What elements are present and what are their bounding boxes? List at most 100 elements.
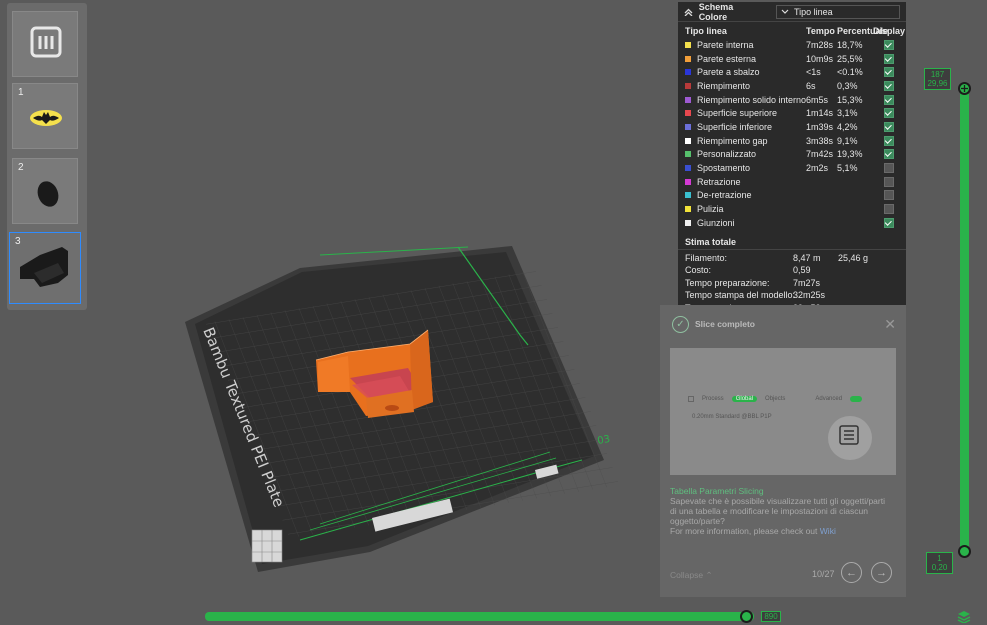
- legend-row: De-retrazione: [678, 189, 906, 203]
- display-checkbox[interactable]: [884, 94, 894, 105]
- legend-type: Personalizzato: [685, 149, 806, 159]
- collapse-button[interactable]: Collapse ⌃: [670, 570, 713, 581]
- plate-thumbnail-1[interactable]: 1: [12, 83, 78, 149]
- arrow-right-icon: →: [876, 566, 887, 579]
- layer-slider-track[interactable]: [960, 88, 969, 552]
- display-checkbox[interactable]: [884, 217, 894, 228]
- legend-row: Parete esterna 10m9s 25,5%: [678, 52, 906, 66]
- total-value: 8,47 m: [793, 252, 821, 263]
- legend-type: Parete a sbalzo: [685, 67, 806, 77]
- legend-percent: 19,3%: [837, 149, 863, 160]
- total-value: 7m27s: [793, 277, 821, 288]
- display-checkbox[interactable]: [884, 190, 894, 201]
- preview-process: Process: [702, 396, 724, 402]
- legend-type: Parete esterna: [685, 54, 806, 64]
- legend-type: Superficie superiore: [685, 108, 806, 118]
- total-key: Costo:: [685, 265, 712, 276]
- layer-slider-top-handle[interactable]: [958, 82, 971, 95]
- display-checkbox[interactable]: [884, 204, 894, 215]
- display-checkbox[interactable]: [884, 80, 894, 91]
- previous-tip-button[interactable]: ←: [841, 562, 862, 583]
- color-swatch: [685, 206, 691, 213]
- legend-percent: 18,7%: [837, 39, 863, 50]
- legend-percent: 3,1%: [837, 108, 858, 119]
- legend-label: Superficie inferiore: [697, 121, 773, 132]
- move-slider-track[interactable]: [205, 612, 754, 621]
- legend-label: Riempimento solido interno: [697, 94, 806, 105]
- layer-slider-bottom-handle[interactable]: [958, 545, 971, 558]
- legend-type: Giunzioni: [685, 218, 806, 228]
- color-swatch: [685, 123, 691, 130]
- color-scheme-header: Schema Colore Tipo linea: [678, 2, 906, 22]
- display-checkbox[interactable]: [884, 108, 894, 119]
- tip-title[interactable]: Tabella Parametri Slicing: [670, 486, 764, 496]
- wiki-link[interactable]: Wiki: [820, 526, 836, 536]
- bottom-layer-height: 0,20: [931, 563, 948, 572]
- close-icon[interactable]: ✕: [884, 316, 896, 333]
- next-tip-button[interactable]: →: [871, 562, 892, 583]
- display-checkbox[interactable]: [884, 176, 894, 187]
- legend-time: 2m2s: [806, 163, 829, 174]
- legend-type: Superficie inferiore: [685, 122, 806, 132]
- tip-body: Sapevate che è possibile visualizzare tu…: [670, 496, 885, 526]
- layer-slider-bottom-label: 1 0,20: [926, 552, 953, 574]
- display-checkbox[interactable]: [884, 149, 894, 160]
- view-type-select[interactable]: Tipo linea: [776, 4, 900, 19]
- layer-slider-top-label: 187 29,96: [924, 68, 951, 90]
- bottom-layer-number: 1: [937, 554, 942, 563]
- color-swatch: [685, 110, 691, 117]
- legend-label: Giunzioni: [697, 217, 735, 228]
- legend-row: Pulizia: [678, 202, 906, 216]
- preview-preset: 0.20mm Standard @BBL P1P: [692, 414, 772, 420]
- display-checkbox[interactable]: [884, 163, 894, 174]
- plate-thumbnails: 1 2 3: [7, 3, 87, 310]
- view-type-value: Tipo linea: [794, 6, 833, 17]
- color-swatch: [685, 151, 691, 158]
- check-circle-icon: ✓: [672, 315, 689, 333]
- legend-time: <1s: [806, 67, 821, 78]
- display-checkbox[interactable]: [884, 53, 894, 64]
- plate-thumbnail-3[interactable]: 3: [9, 232, 81, 304]
- layers-icon[interactable]: [957, 610, 971, 623]
- total-value: 32m25s: [793, 290, 826, 301]
- legend-label: Pulizia: [697, 204, 724, 215]
- plate-thumbnail-2[interactable]: 2: [12, 158, 78, 224]
- total-key: Tempo stampa del modello:: [685, 290, 796, 301]
- collapse-label: Collapse: [670, 570, 704, 580]
- top-layer-height: 29,96: [927, 79, 948, 88]
- preview-global: Global: [731, 396, 758, 402]
- legend-row: Parete a sbalzo <1s <0.1%: [678, 65, 906, 79]
- display-checkbox[interactable]: [884, 121, 894, 132]
- move-slider-handle[interactable]: [740, 610, 753, 623]
- legend-type: Riempimento: [685, 81, 806, 91]
- plate-number: 1: [18, 87, 24, 98]
- col-display: Display: [873, 26, 906, 36]
- display-checkbox[interactable]: [884, 67, 894, 78]
- color-swatch: [685, 137, 691, 144]
- chevron-down-icon: [781, 9, 789, 14]
- col-time: Tempo: [806, 26, 835, 36]
- legend-row: Spostamento 2m2s 5,1%: [678, 161, 906, 175]
- color-swatch: [685, 41, 691, 48]
- legend-label: Spostamento: [697, 163, 751, 174]
- collapse-chevron-icon[interactable]: [684, 7, 693, 16]
- legend-percent: 9,1%: [837, 135, 858, 146]
- color-swatch: [685, 96, 691, 103]
- legend-row: Riempimento solido interno 6m5s 15,3%: [678, 93, 906, 107]
- display-checkbox[interactable]: [884, 135, 894, 146]
- plate-number: 2: [18, 162, 24, 173]
- color-scheme-panel: Schema Colore Tipo linea Tipo linea Temp…: [678, 2, 906, 315]
- display-checkbox[interactable]: [884, 39, 894, 50]
- total-key: Filamento:: [685, 252, 728, 263]
- plate-number-label: 03: [597, 434, 611, 447]
- plate-number: 3: [15, 236, 21, 247]
- legend-type: Riempimento solido interno: [685, 95, 806, 105]
- legend-row: Giunzioni: [678, 216, 906, 230]
- legend-percent: <0.1%: [837, 67, 863, 78]
- slice-all-plates[interactable]: [12, 11, 78, 77]
- total-value-secondary: 25,46 g: [838, 252, 869, 263]
- legend-type: Spostamento: [685, 163, 806, 173]
- more-info-text: For more information, please check out: [670, 526, 818, 536]
- legend-row: Retrazione: [678, 175, 906, 189]
- legend-time: 3m38s: [806, 135, 834, 146]
